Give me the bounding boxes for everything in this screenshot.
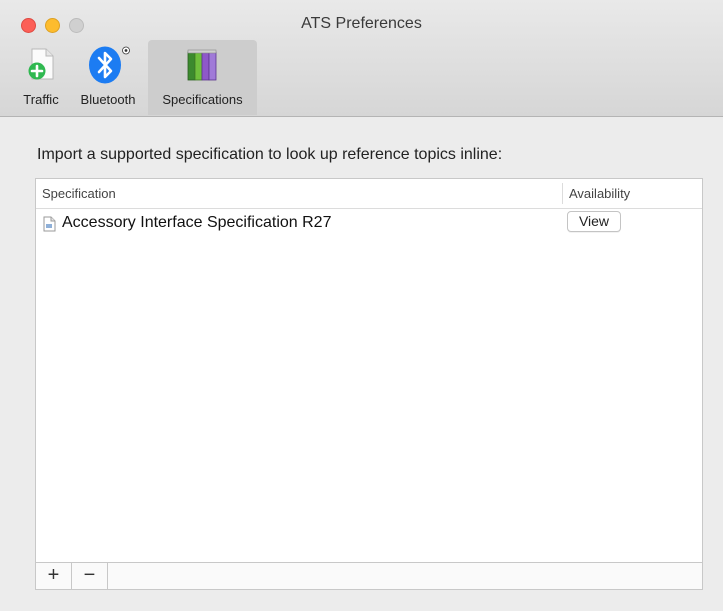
books-icon	[183, 46, 223, 87]
column-header-specification[interactable]: Specification	[42, 186, 116, 201]
toolbar-item-traffic[interactable]: Traffic	[14, 40, 68, 115]
toolbar-item-label: Bluetooth	[80, 92, 136, 107]
table-footer: + −	[36, 562, 702, 589]
toolbar-item-label: Specifications	[162, 92, 243, 107]
bluetooth-icon	[86, 46, 130, 87]
specifications-table: Specification Availability Accessory Int…	[35, 178, 703, 590]
window-title: ATS Preferences	[301, 15, 422, 32]
specification-name: Accessory Interface Specification R27	[62, 214, 332, 231]
intro-text: Import a supported specification to look…	[37, 146, 503, 163]
view-button[interactable]: View	[567, 211, 621, 232]
toolbar-item-bluetooth[interactable]: Bluetooth	[72, 40, 144, 115]
toolbar-item-specifications[interactable]: Specifications	[148, 40, 257, 115]
titlebar-toolbar: ATS Preferences Traffic Bluetooth Specif…	[0, 0, 723, 117]
document-add-icon	[23, 46, 59, 85]
column-divider[interactable]	[562, 183, 563, 204]
table-row[interactable]: Accessory Interface Specification R27 Vi…	[36, 208, 702, 238]
preferences-window: ATS Preferences Traffic Bluetooth Specif…	[0, 0, 723, 611]
table-header: Specification Availability	[36, 179, 702, 209]
add-button[interactable]: +	[36, 563, 72, 589]
toolbar-item-label: Traffic	[23, 92, 59, 107]
column-header-availability[interactable]: Availability	[569, 186, 630, 201]
document-icon	[43, 216, 56, 237]
remove-button[interactable]: −	[72, 563, 108, 589]
